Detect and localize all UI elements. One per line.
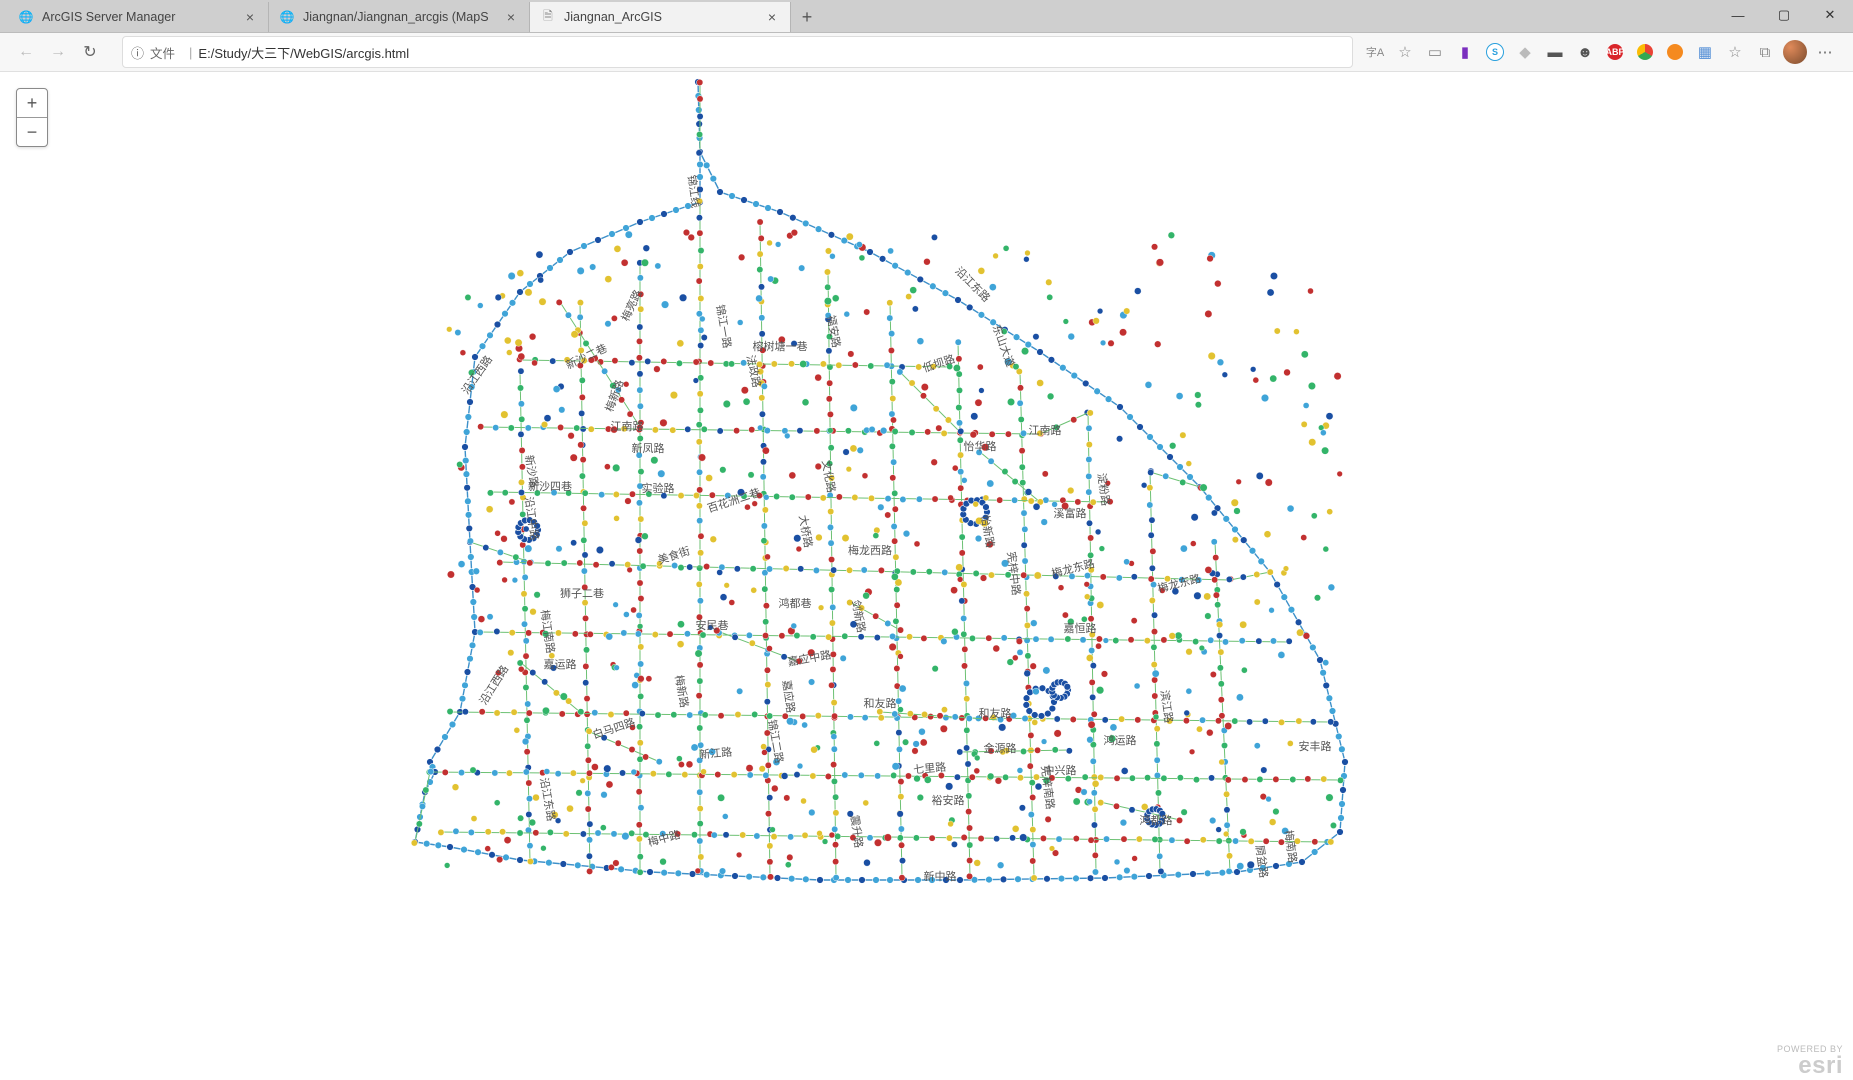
road-label: 怡华路 [964,439,997,453]
attribution-logo: esri [1777,1054,1843,1078]
road-label: 屙盆路 [1253,844,1271,879]
road-label: 鸿都巷 [779,596,812,610]
road-label: 锦江一路 [713,303,734,349]
translate-icon[interactable]: 字A [1361,38,1389,66]
road-label: 白马四路 [591,715,637,742]
collections-button[interactable]: ⧉ [1751,38,1779,66]
info-icon: ⓘ [131,43,144,62]
road-label: 实验路 [642,481,675,495]
road-label: 和友路 [979,706,1012,720]
ext-icon-dark[interactable]: ▬ [1541,38,1569,66]
road-label: 梅中路 [646,827,681,849]
road-label: 梅江南路 [538,609,558,655]
road-label: 金源路 [984,741,1017,755]
map-viewport[interactable]: + − 锦江线沿江西路沿江东路梅新路锦江一路榕树塘一巷福安路低坝路东山大道新沙二… [0,72,1853,1080]
road-label: 江南路 [611,420,644,433]
ext-icon-grey[interactable]: ◆ [1511,38,1539,66]
road-label: 沿江西路 [477,663,511,707]
more-button[interactable]: ⋯ [1811,38,1839,66]
chrome-icon[interactable] [1631,38,1659,66]
tab-1[interactable]: 🌐 Jiangnan/Jiangnan_arcgis (MapS × [269,2,530,32]
road-label: 安民巷 [696,618,729,632]
road-label: 嘉运路 [544,657,577,671]
globe-icon: 🌐 [18,9,34,25]
new-tab-button[interactable]: + [791,2,823,32]
road-label: 低坝路 [921,351,957,375]
road-label: 梅新路 [602,378,626,414]
close-icon[interactable]: × [503,9,519,25]
road-label: 梅亮路 [618,287,645,323]
road-label: 沿江东路 [537,777,557,823]
favorite-button[interactable]: ☆ [1391,38,1419,66]
tab-title: ArcGIS Server Manager [42,10,242,24]
favorites-button[interactable]: ☆ [1721,38,1749,66]
map-canvas: 锦江线沿江西路沿江东路梅新路锦江一路榕树塘一巷福安路低坝路东山大道新沙二巷梅亮路… [0,72,1853,1080]
minimize-button[interactable]: — [1715,0,1761,30]
road-label: 榕树塘一巷 [753,339,808,353]
road-label: 新凤路 [632,441,665,455]
tab-0[interactable]: 🌐 ArcGIS Server Manager × [8,2,269,32]
road-label: 福安路 [824,314,844,349]
close-window-button[interactable]: ✕ [1807,0,1853,30]
road-label: 文化路 [819,459,839,494]
browser-tabbar: 🌐 ArcGIS Server Manager × 🌐 Jiangnan/Jia… [0,0,1853,33]
tab-title: Jiangnan/Jiangnan_arcgis (MapS [303,10,503,24]
close-icon[interactable]: × [764,9,780,25]
onenote-icon[interactable]: ▮ [1451,38,1479,66]
road-label: 梅南路 [1282,829,1300,864]
adblock-icon[interactable]: ABP [1601,38,1629,66]
road-label: 梅龙西路 [848,543,892,557]
road-label: 狮子二巷 [560,587,604,600]
road-label: 鸿运路 [1104,733,1137,747]
back-button[interactable]: ← [10,36,42,68]
map-attribution: POWERED BY esri [1777,1045,1843,1078]
road-label: 嘉恒路 [1064,621,1097,635]
close-icon[interactable]: × [242,9,258,25]
ext-icon-grid[interactable]: ▦ [1691,38,1719,66]
url-text: E:/Study/大三下/WebGIS/arcgis.html [198,43,409,62]
road-label: 震升路 [848,814,865,848]
maximize-button[interactable]: ▢ [1761,0,1807,30]
road-label: 百花洲二巷 [706,486,762,515]
page-icon: 🗎 [540,9,556,25]
browser-toolbar: ← → ↻ ⓘ 文件 | E:/Study/大三下/WebGIS/arcgis.… [0,33,1853,72]
road-label: 怡新路 [978,514,998,549]
road-label: 鸿都路 [1140,813,1173,827]
globe-icon: 🌐 [279,9,295,25]
forward-button[interactable]: → [42,36,74,68]
road-label: 嘉应路 [780,679,798,714]
road-label: 剑新路 [849,599,869,634]
sogou-icon[interactable]: S [1481,38,1509,66]
tab-2[interactable]: 🗎 Jiangnan_ArcGIS × [530,2,791,32]
profile-avatar[interactable] [1781,38,1809,66]
toolbar-right: 字A ☆ ▭ ▮ S ◆ ▬ ☻ ABP ▦ ☆ ⧉ ⋯ [1361,38,1843,66]
refresh-button[interactable]: ↻ [74,36,106,68]
road-label: 和友路 [864,696,897,710]
road-label: 新江路 [699,745,733,762]
ext-icon-orange[interactable] [1661,38,1689,66]
road-label: 新中路 [924,869,957,883]
road-label: 安丰路 [1299,739,1332,753]
tab-title: Jiangnan_ArcGIS [564,10,764,24]
road-label: 梅新路 [672,674,692,709]
road-label: 大桥路 [796,514,816,549]
road-label: 溪富路 [1054,506,1087,520]
road-label: 裕安路 [932,793,965,807]
road-label: 滨江路 [1158,689,1176,724]
address-bar[interactable]: ⓘ 文件 | E:/Study/大三下/WebGIS/arcgis.html [122,36,1353,68]
url-scheme-label: 文件 [150,43,175,62]
road-label: 东山大道 [990,323,1018,369]
ext-icon-face[interactable]: ☻ [1571,38,1599,66]
window-controls: — ▢ ✕ [1715,0,1853,30]
separator: | [189,45,192,60]
road-label: 江南路 [1029,424,1062,437]
reading-icon[interactable]: ▭ [1421,38,1449,66]
road-label: 新沙四巷 [528,479,572,493]
